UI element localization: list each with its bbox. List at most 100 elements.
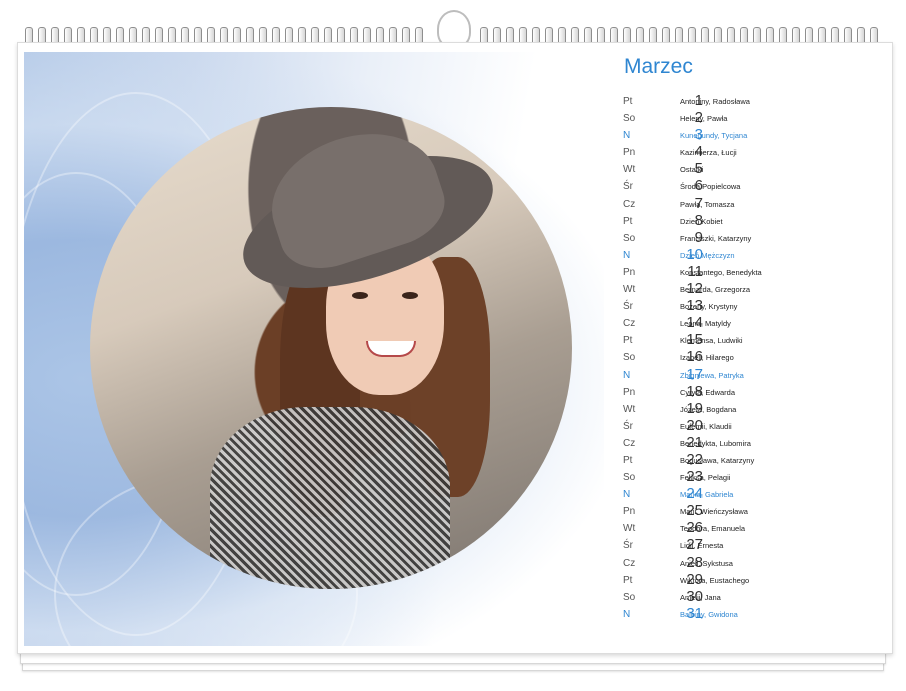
name-day: Cyryla, Edwarda — [680, 387, 736, 397]
name-day: Leona, Matyldy — [680, 319, 731, 329]
name-day: Ostatki — [680, 165, 704, 175]
day-of-week: Wt — [623, 164, 636, 176]
day-row: Cz 28 Anieli, Sykstusa — [623, 554, 883, 572]
day-row: Cz 14 Leona, Matyldy — [623, 314, 883, 332]
photo-coat — [210, 407, 450, 589]
day-row: Pn 4 Kazimierza, Łucji — [623, 143, 883, 161]
portrait-photo — [90, 107, 572, 589]
day-of-week: Pt — [623, 454, 633, 466]
day-of-week: Pn — [623, 386, 636, 398]
name-day: Lidii, Ernesta — [680, 541, 724, 551]
day-of-week: Wt — [623, 284, 636, 296]
day-row: So 16 Izabeli, Hilarego — [623, 348, 883, 366]
day-of-week: Pt — [623, 215, 633, 227]
marble-background — [18, 52, 604, 653]
day-of-week: Pt — [623, 96, 633, 107]
photo-eye-right — [402, 292, 418, 299]
day-of-week: N — [623, 369, 631, 381]
month-title: Marzec — [624, 55, 693, 78]
day-of-week: N — [623, 249, 631, 261]
day-of-week: Śr — [623, 301, 633, 313]
day-row: N 10 Dzień Mężczyzn — [623, 246, 883, 264]
day-of-week: N — [623, 130, 631, 142]
name-day: Marii, Wieńczysława — [680, 507, 748, 517]
name-day: Kunegundy, Tycjana — [680, 131, 748, 141]
name-day: Józefa, Bogdana — [680, 404, 737, 414]
day-of-week: Pt — [623, 335, 633, 347]
day-row: Wt 26 Teodora, Emanuela — [623, 519, 883, 537]
name-day: Antoniny, Radosława — [680, 97, 750, 106]
photo-eye-left — [352, 292, 368, 299]
day-of-week: Wt — [623, 403, 636, 415]
name-day: Franciszki, Katarzyny — [680, 233, 752, 243]
day-row: Cz 7 Pawła, Tomasza — [623, 195, 883, 213]
day-of-week: So — [623, 352, 636, 364]
day-of-week: Śr — [623, 181, 633, 193]
name-day: Eufemii, Klaudii — [680, 421, 732, 431]
day-row: So 9 Franciszki, Katarzyny — [623, 229, 883, 247]
day-of-week: Wt — [623, 523, 636, 535]
day-of-week: So — [623, 113, 636, 125]
day-row: Pt 29 Wiktora, Eustachego — [623, 571, 883, 589]
name-day: Kazimierza, Łucji — [680, 148, 737, 158]
day-of-week: Cz — [623, 198, 636, 210]
day-row: Pt 8 Dzień Kobiet — [623, 212, 883, 230]
day-of-week: Pn — [623, 266, 636, 278]
day-row: N 3 Kunegundy, Tycjana — [623, 126, 883, 144]
day-of-week: So — [623, 591, 636, 603]
day-of-week: So — [623, 232, 636, 244]
day-of-week: N — [623, 489, 631, 501]
day-row: Śr 13 Bożeny, Krystyny — [623, 297, 883, 315]
name-day: Pawła, Tomasza — [680, 199, 735, 209]
day-row: So 2 Heleny, Pawła — [623, 109, 883, 127]
day-row: Wt 19 Józefa, Bogdana — [623, 400, 883, 418]
name-day: Konstantego, Benedykta — [680, 267, 762, 277]
day-row: Pn 11 Konstantego, Benedykta — [623, 263, 883, 281]
day-row: N 24 Marka, Gabriela — [623, 485, 883, 503]
name-day: Feliksa, Pelagii — [680, 473, 731, 483]
day-of-week: N — [623, 608, 631, 620]
name-day: Teodora, Emanuela — [680, 524, 746, 534]
day-list: Pt 1 Antoniny, Radosława So 2 Heleny, Pawła N 3… — [623, 92, 883, 623]
name-day: Anieli, Sykstusa — [680, 558, 733, 568]
day-row: N 31 Balbiny, Gwidona — [623, 605, 883, 623]
name-day: Izabeli, Hilarego — [680, 353, 734, 363]
day-row: So 23 Feliksa, Pelagii — [623, 468, 883, 486]
day-row: Wt 12 Bernarda, Grzegorza — [623, 280, 883, 298]
name-day: Amelii, Jana — [680, 592, 721, 602]
day-row: Cz 21 Benedykta, Lubomira — [623, 434, 883, 452]
day-of-week: Śr — [623, 540, 633, 552]
day-of-week: Pt — [623, 574, 633, 586]
day-of-week: Pn — [623, 506, 636, 518]
day-row: Wt 5 Ostatki — [623, 160, 883, 178]
day-of-week: Pn — [623, 147, 636, 159]
name-day: Bogusława, Katarzyny — [680, 455, 755, 465]
day-of-week: Cz — [623, 437, 636, 449]
day-row: Pn 25 Marii, Wieńczysława — [623, 502, 883, 520]
day-of-week: Cz — [623, 557, 636, 569]
name-day: Bożeny, Krystyny — [680, 302, 738, 312]
day-of-week: Cz — [623, 318, 636, 330]
name-day: Balbiny, Gwidona — [680, 609, 738, 619]
name-day: Dzień Mężczyzn — [680, 250, 735, 260]
day-row: So 30 Amelii, Jana — [623, 588, 883, 606]
name-day: Dzień Kobiet — [680, 216, 723, 226]
day-row: Pt 15 Klemensa, Ludwiki — [623, 331, 883, 349]
day-row: Śr 6 Środa Popielcowa — [623, 177, 883, 195]
name-day: Klemensa, Ludwiki — [680, 336, 743, 346]
calendar-sheet: Marzec Pt 1 Antoniny, Radosława So 2 Heleny, … — [17, 42, 893, 654]
name-day: Bernarda, Grzegorza — [680, 285, 751, 295]
day-row: N 17 Zbigniewa, Patryka — [623, 366, 883, 384]
day-row: Śr 20 Eufemii, Klaudii — [623, 417, 883, 435]
name-day: Środa Popielcowa — [680, 182, 741, 192]
name-day: Heleny, Pawła — [680, 114, 728, 124]
name-day: Marka, Gabriela — [680, 490, 734, 500]
day-row: Śr 27 Lidii, Ernesta — [623, 536, 883, 554]
day-row: Pt 1 Antoniny, Radosława — [623, 92, 883, 110]
name-day: Zbigniewa, Patryka — [680, 370, 744, 380]
name-day: Wiktora, Eustachego — [680, 575, 750, 585]
calendar-panel: Marzec Pt 1 Antoniny, Radosława So 2 Heleny, … — [615, 43, 892, 653]
day-row: Pn 18 Cyryla, Edwarda — [623, 383, 883, 401]
name-day: Benedykta, Lubomira — [680, 438, 751, 448]
day-of-week: Śr — [623, 420, 633, 432]
